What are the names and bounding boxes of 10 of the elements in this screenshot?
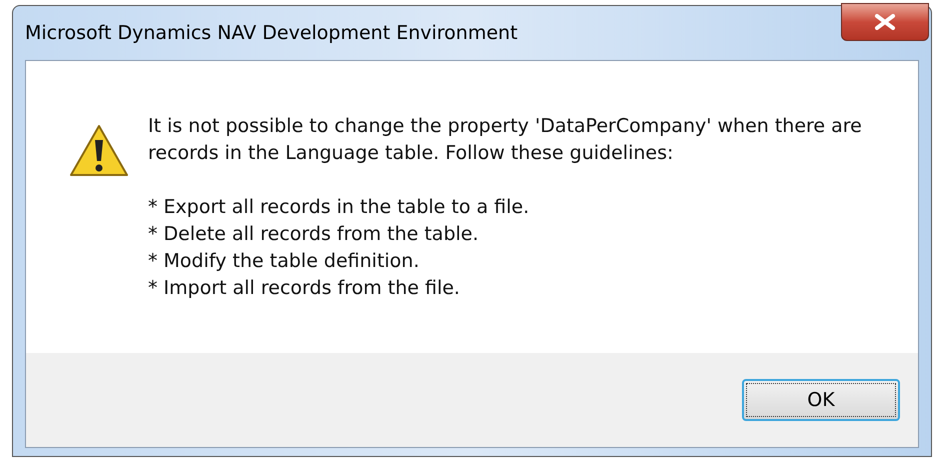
- guideline-text: * Import all records from the file.: [148, 276, 461, 301]
- guideline-text: * Modify the table definition.: [148, 249, 420, 274]
- ok-button[interactable]: OK: [742, 379, 900, 421]
- window-title: Microsoft Dynamics NAV Development Environment: [25, 20, 518, 46]
- close-icon: [874, 14, 896, 30]
- warning-icon: [68, 123, 130, 179]
- close-button[interactable]: [841, 3, 929, 41]
- guideline-text: * Delete all records from the table.: [148, 222, 480, 247]
- guideline-text: * Export all records in the table to a file.: [148, 195, 530, 220]
- message-text: It is not possible to change the property 'DataPerCompany' when there are records in the Language table. Follow these guidelines:: [148, 114, 863, 166]
